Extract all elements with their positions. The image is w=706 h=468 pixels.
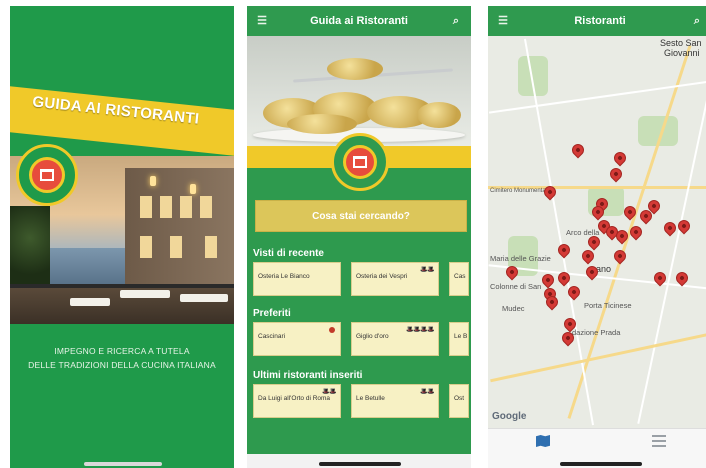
tagline-line-1: IMPEGNO E RICERCA A TUTELA bbox=[54, 346, 190, 356]
map-label-mudec: Mudec bbox=[502, 304, 525, 313]
search-button[interactable]: Cosa stai cercando? bbox=[255, 200, 467, 232]
map-label-sesto: Sesto San bbox=[660, 38, 702, 48]
map-label-giovanni: Giovanni bbox=[664, 48, 700, 58]
restaurant-card[interactable]: 🎩🎩 Da Luigi all'Orto di Roma bbox=[253, 384, 341, 418]
section-title-recent: Visti di recente bbox=[253, 248, 324, 259]
map-label-colonne: Colonne di San bbox=[490, 282, 542, 291]
restaurant-pin[interactable] bbox=[607, 165, 625, 183]
card-name: Cas bbox=[454, 273, 466, 280]
latest-cards: 🎩🎩 Da Luigi all'Orto di Roma 🎩🎩 Le Betulle… bbox=[253, 384, 471, 418]
temple-icon bbox=[40, 169, 54, 181]
map-label-maria: Maria delle Grazie bbox=[490, 254, 551, 263]
map-label-prada: dazione Prada bbox=[572, 328, 621, 337]
card-name: Ost bbox=[454, 395, 465, 402]
section-title-favorites: Preferiti bbox=[253, 308, 291, 319]
restaurant-card[interactable]: 🎩🎩🎩🎩 Giglio d'oro bbox=[351, 322, 439, 356]
recent-cards: Osteria Le Bianco 🎩🎩 Osteria dei Vespri C… bbox=[253, 262, 471, 296]
map-tab-icon[interactable] bbox=[536, 435, 550, 447]
restaurant-card[interactable]: 🎩🎩 Osteria dei Vespri bbox=[351, 262, 439, 296]
restaurant-pin[interactable] bbox=[539, 271, 557, 289]
restaurant-pin[interactable] bbox=[611, 247, 629, 265]
google-logo: Google bbox=[492, 411, 527, 422]
restaurant-pin[interactable] bbox=[611, 149, 629, 167]
restaurant-card[interactable]: Le B bbox=[449, 322, 469, 356]
map-label-ticinese: Porta Ticinese bbox=[584, 301, 632, 310]
hat-rating-icon: 🎩🎩🎩🎩 bbox=[406, 327, 434, 333]
search-icon[interactable]: ⌕ bbox=[690, 14, 704, 28]
card-name: Giglio d'oro bbox=[356, 333, 389, 340]
card-name: Osteria dei Vespri bbox=[356, 273, 408, 280]
restaurant-card[interactable]: Ost bbox=[449, 384, 469, 418]
card-name: Le B bbox=[454, 333, 468, 340]
section-title-latest: Ultimi ristoranti inseriti bbox=[253, 370, 363, 381]
pasta-hero-image bbox=[247, 36, 471, 146]
seal-logo bbox=[16, 144, 78, 206]
search-icon[interactable]: ⌕ bbox=[449, 14, 463, 28]
map-screen: ☰ Ristoranti ⌕ Sesto San Giovanni Cimite… bbox=[488, 6, 706, 468]
restaurant-card[interactable]: Osteria Le Bianco bbox=[253, 262, 341, 296]
restaurant-card[interactable]: Cas bbox=[449, 262, 469, 296]
menu-icon[interactable]: ☰ bbox=[496, 14, 510, 28]
temple-icon bbox=[353, 156, 367, 168]
home-topbar: ☰ Guida ai Ristoranti ⌕ bbox=[247, 6, 471, 36]
restaurant-map[interactable]: Sesto San Giovanni Cimitero Monumentale … bbox=[488, 36, 706, 428]
home-indicator bbox=[560, 462, 642, 466]
card-name: Da Luigi all'Orto di Roma bbox=[258, 395, 331, 402]
restaurant-pin[interactable] bbox=[569, 141, 587, 159]
home-title: Guida ai Ristoranti bbox=[310, 15, 408, 27]
splash-tagline: IMPEGNO E RICERCA A TUTELA DELLE TRADIZI… bbox=[10, 344, 234, 372]
tagline-line-2: DELLE TRADIZIONI DELLA CUCINA ITALIANA bbox=[28, 360, 216, 370]
menu-icon[interactable]: ☰ bbox=[255, 14, 269, 28]
map-label-cimitero: Cimitero Monumentale bbox=[490, 188, 551, 194]
restaurant-card[interactable]: Cascinari bbox=[253, 322, 341, 356]
card-name: Le Betulle bbox=[356, 395, 385, 402]
restaurant-pin[interactable] bbox=[555, 241, 573, 259]
hat-rating-icon: 🎩🎩 bbox=[420, 267, 434, 273]
hat-rating-icon: 🎩🎩 bbox=[322, 389, 336, 395]
splash-screen: GUIDA AI RISTORANTI IMPEGNO E RICERCA A … bbox=[10, 6, 234, 468]
card-name: Cascinari bbox=[258, 333, 286, 340]
home-indicator bbox=[84, 462, 162, 466]
home-screen: ☰ Guida ai Ristoranti ⌕ Cosa stai cercan… bbox=[247, 6, 471, 468]
map-title: Ristoranti bbox=[574, 15, 626, 27]
home-indicator bbox=[319, 462, 401, 466]
favorite-cards: Cascinari 🎩🎩🎩🎩 Giglio d'oro Le B bbox=[253, 322, 471, 356]
list-tab-icon[interactable] bbox=[652, 435, 666, 447]
restaurant-pin[interactable] bbox=[661, 219, 679, 237]
restaurant-card[interactable]: 🎩🎩 Le Betulle bbox=[351, 384, 439, 418]
star-icon bbox=[329, 327, 335, 333]
hat-rating-icon: 🎩🎩 bbox=[420, 389, 434, 395]
seal-logo bbox=[331, 133, 389, 191]
card-name: Osteria Le Bianco bbox=[258, 273, 310, 280]
map-topbar: ☰ Ristoranti ⌕ bbox=[488, 6, 706, 36]
